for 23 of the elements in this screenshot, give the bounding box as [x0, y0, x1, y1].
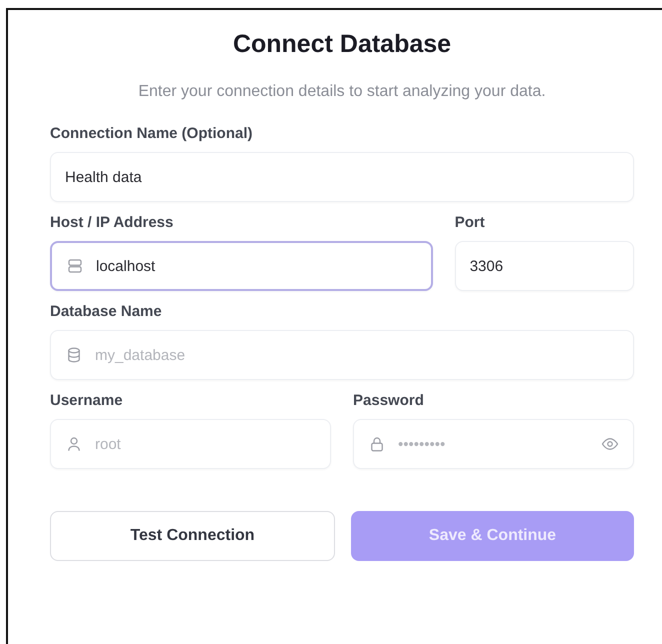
user-icon	[65, 435, 83, 453]
dialog-title: Connect Database	[232, 30, 452, 59]
test-button[interactable]: Test Connection	[50, 511, 335, 561]
placeholder-text: root	[95, 436, 121, 452]
field-label: Host / IP Address	[50, 214, 174, 231]
field-label: Password	[353, 392, 425, 409]
field-label: Connection Name (Optional)	[50, 125, 254, 142]
field-value: 3306	[470, 258, 504, 274]
input-field[interactable]: 3306	[454, 241, 634, 291]
subtitle-text: Enter your connection details to start analyzing your data.	[137, 83, 547, 101]
field-label: Port	[454, 214, 486, 231]
placeholder-text: •••••••••	[398, 436, 446, 452]
input-field[interactable]: localhost	[50, 241, 433, 291]
field-value: localhost	[96, 258, 156, 274]
database-icon	[65, 346, 83, 364]
server-icon	[66, 257, 84, 275]
lock-icon	[368, 435, 386, 453]
field-label: Username	[50, 392, 124, 409]
eye-icon[interactable]	[601, 435, 619, 453]
placeholder-text: my_database	[95, 346, 186, 364]
field-value: Health data	[65, 168, 142, 186]
input-field[interactable]: Health data	[50, 152, 634, 202]
field-label: Database Name	[50, 303, 163, 320]
